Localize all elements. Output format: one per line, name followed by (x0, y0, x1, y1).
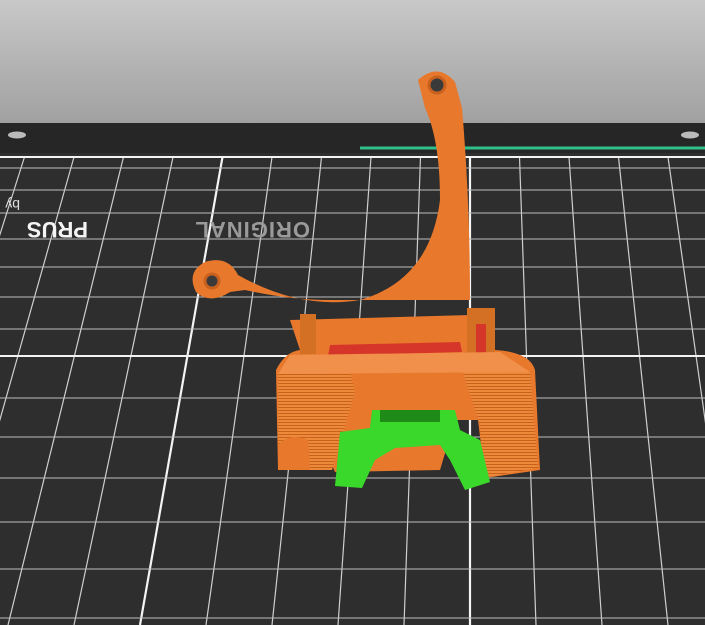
support-top (380, 410, 440, 422)
arm-hole-left (203, 272, 221, 290)
bed-hole-left (8, 131, 26, 139)
top-face (278, 352, 530, 374)
arm-hole-top (427, 75, 447, 95)
logo-by: by (5, 197, 20, 213)
logo-original: ORIGINAL (194, 217, 310, 242)
logo-prus: PRUS (27, 217, 88, 242)
bed-hole-right (681, 131, 699, 139)
viewport-canvas[interactable]: ORIGINAL PRUS by (0, 0, 705, 625)
post-left (300, 314, 316, 354)
3d-viewport[interactable]: ORIGINAL PRUS by (0, 0, 705, 625)
background (0, 0, 705, 125)
